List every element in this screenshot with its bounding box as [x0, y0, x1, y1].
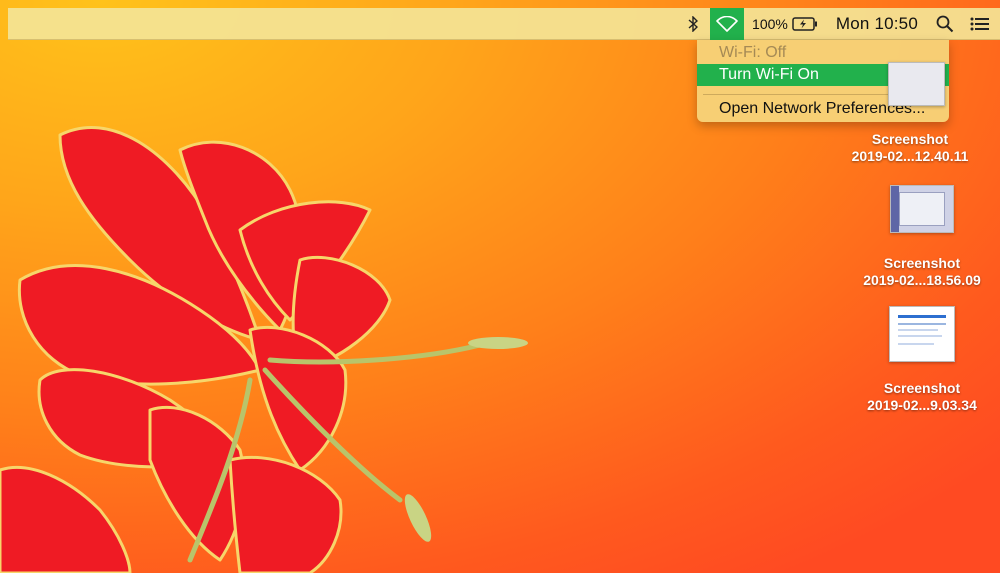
screenshot-thumbnail — [889, 306, 955, 362]
screenshot-thumbnail — [890, 185, 954, 233]
flower-wallpaper — [0, 126, 528, 573]
clock[interactable]: Mon 10:50 — [836, 8, 918, 40]
wifi-status-label: Wi-Fi: Off — [719, 44, 787, 61]
screenshot-thumbnail — [888, 62, 945, 106]
icon-subtitle: 2019-02...12.40.11 — [851, 148, 969, 164]
bluetooth-icon[interactable] — [688, 8, 699, 40]
notification-center-icon[interactable] — [970, 8, 990, 40]
menu-bar: 100% Mon 10:50 — [8, 7, 1000, 40]
icon-label: Screenshot — [883, 255, 961, 271]
icon-label: Screenshot — [871, 131, 949, 147]
desktop-icon-screenshot-3[interactable]: Screenshot 2019-02...9.03.34 — [857, 306, 987, 414]
icon-label: Screenshot — [883, 380, 961, 396]
search-icon[interactable] — [936, 8, 954, 40]
desktop-icon-screenshot-2[interactable]: Screenshot 2019-02...18.56.09 — [857, 185, 987, 289]
icon-subtitle: 2019-02...9.03.34 — [867, 397, 977, 413]
battery-icon[interactable] — [792, 8, 818, 40]
icon-subtitle: 2019-02...18.56.09 — [863, 272, 981, 288]
desktop: 100% Mon 10:50 Wi-Fi: Off Turn Wi-Fi On … — [0, 0, 1000, 573]
battery-percentage[interactable]: 100% — [752, 8, 788, 40]
wifi-icon[interactable] — [710, 7, 745, 40]
desktop-icon-screenshot-1[interactable]: Screenshot 2019-02...12.40.11 — [845, 62, 975, 165]
